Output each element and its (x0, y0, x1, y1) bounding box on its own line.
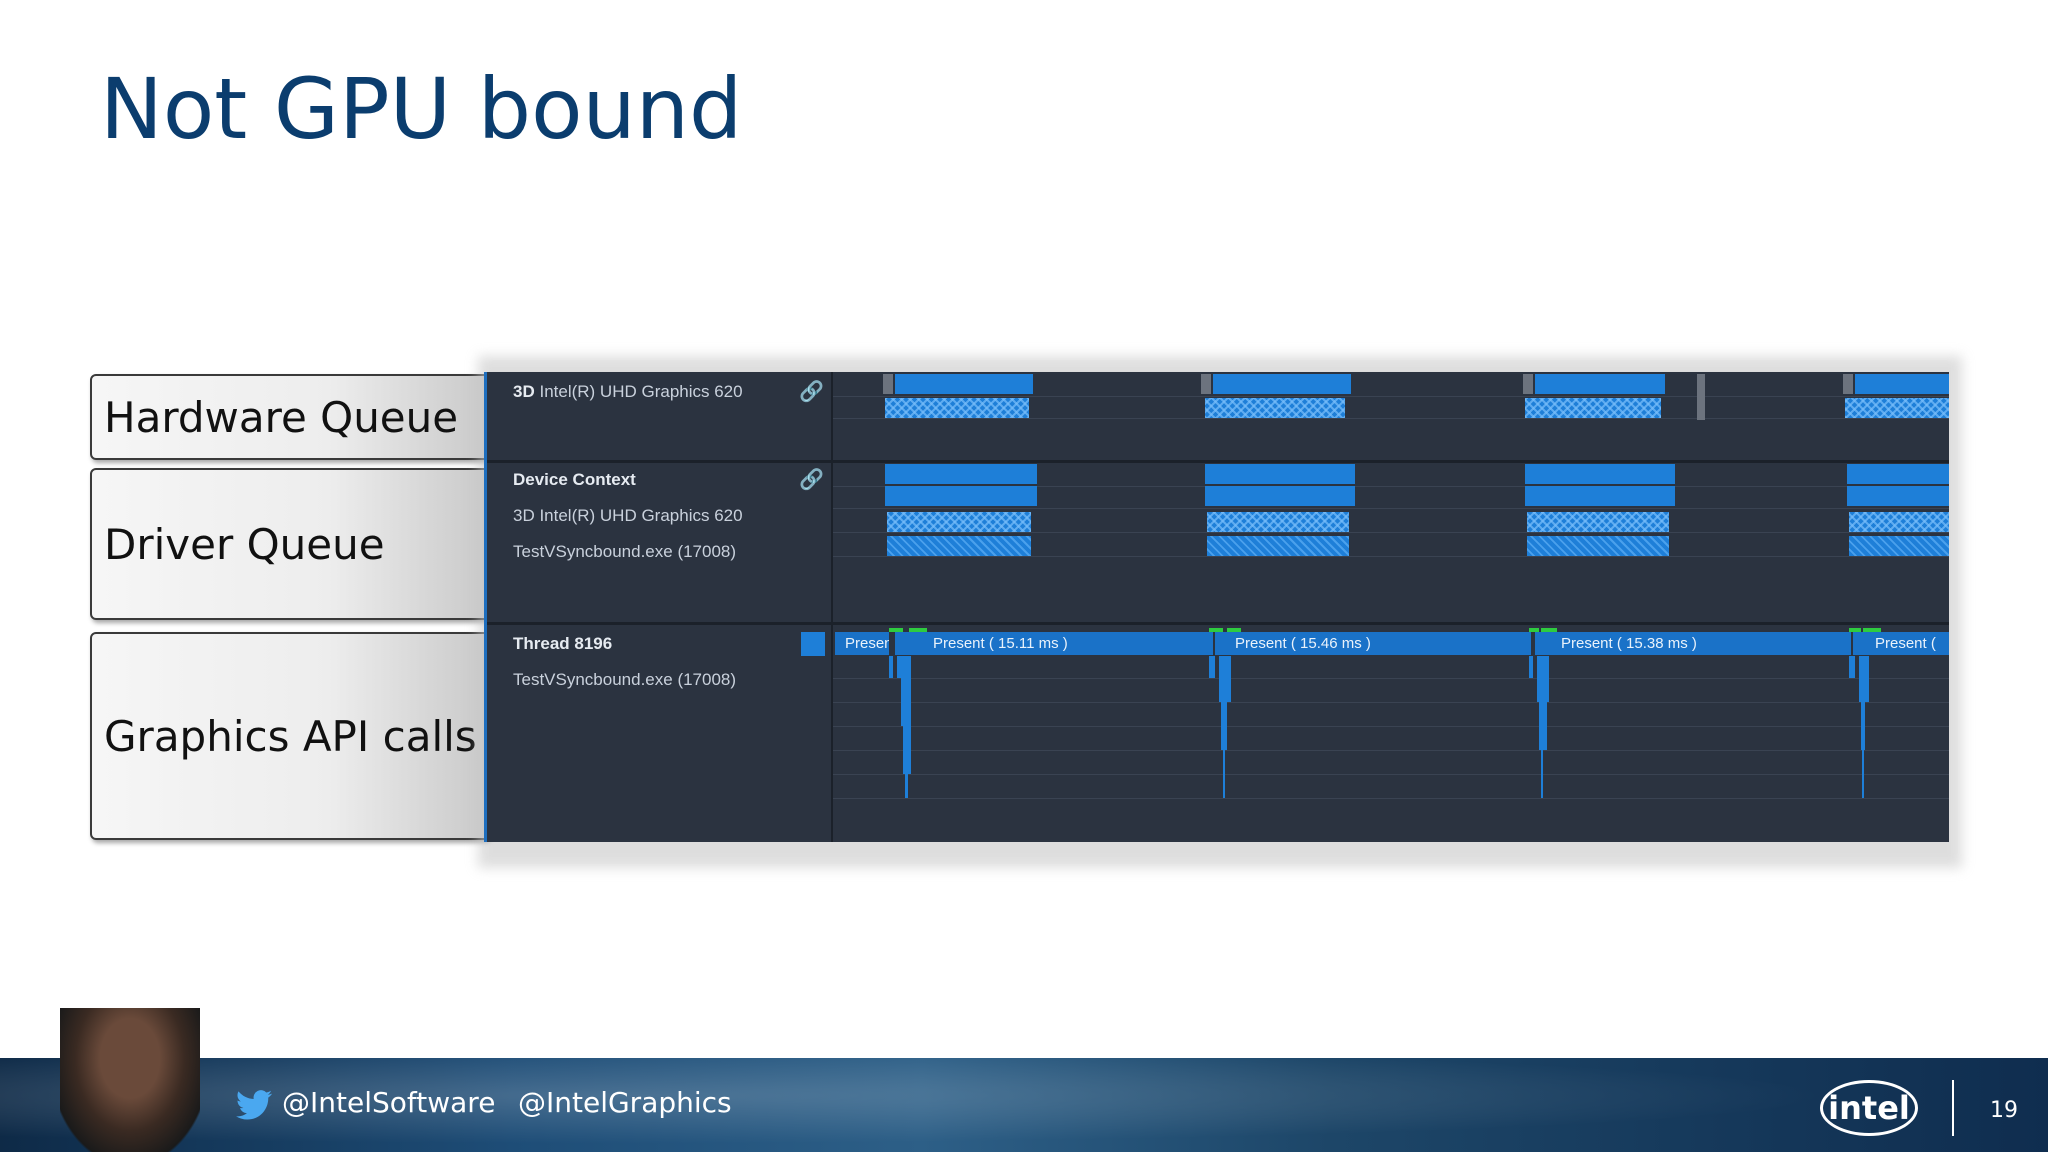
slide-title: Not GPU bound (100, 60, 743, 158)
lane-line (833, 750, 1949, 751)
twitter-bird-icon (236, 1090, 272, 1120)
callstack-spike (1529, 656, 1533, 678)
intel-logo: intel (1820, 1080, 1918, 1136)
device-context-title: Device Context (513, 470, 636, 489)
lane-line (833, 418, 1949, 419)
present-call[interactable]: Present ( (1853, 632, 1949, 655)
column-separator (831, 372, 833, 842)
lane-line (833, 678, 1949, 679)
hw-packet[interactable] (1535, 374, 1665, 394)
lane-line (833, 774, 1949, 775)
present-call[interactable]: Presen (835, 632, 889, 655)
page-number: 19 (1990, 1098, 2018, 1123)
hw-queue-idle-marker (1201, 374, 1211, 394)
device-context-device: 3D Intel(R) UHD Graphics 620 (513, 506, 743, 525)
thread-color-swatch[interactable] (801, 632, 825, 656)
callstack-spike (1859, 656, 1869, 702)
driver-packet[interactable] (1525, 464, 1675, 484)
link-icon[interactable]: 🔗 (799, 380, 824, 404)
callstack-spike (1537, 656, 1549, 702)
callstack-spike (1221, 702, 1227, 750)
hw-queue-idle-marker (883, 374, 893, 394)
callstack-spike (1862, 750, 1864, 798)
lane-line (833, 702, 1949, 703)
callstack-spike (897, 656, 911, 678)
hw-packet[interactable] (895, 374, 1033, 394)
callstack-spike (901, 678, 911, 726)
driver-packet[interactable] (887, 512, 1031, 532)
hw-queue-idle-marker (1843, 374, 1853, 394)
thread-title: Thread 8196 (513, 634, 613, 653)
driver-packet[interactable] (1205, 486, 1355, 506)
driver-packet[interactable] (1847, 486, 1949, 506)
lane-line (833, 396, 1949, 397)
driver-packet[interactable] (1207, 512, 1349, 532)
device-context-process: TestVSyncbound.exe (17008) (513, 542, 737, 561)
callstack-spike (1861, 702, 1865, 750)
callstack-spike (1849, 656, 1855, 678)
hw-queue-device: Intel(R) UHD Graphics 620 (539, 382, 743, 401)
driver-packet[interactable] (1849, 512, 1949, 532)
callstack-spike (1209, 656, 1215, 678)
lane-line (833, 556, 1949, 557)
lane-line (833, 508, 1949, 509)
hw-packet-queued[interactable] (1525, 398, 1661, 418)
link-icon[interactable]: 🔗 (799, 468, 824, 492)
character-avatar (60, 1008, 200, 1152)
driver-packet[interactable] (1847, 464, 1949, 484)
twitter-handle-intelsoftware[interactable]: @IntelSoftware (282, 1086, 495, 1119)
driver-packet[interactable] (1205, 464, 1355, 484)
callstack-spike (1223, 750, 1225, 798)
hw-queue-idle-marker (1697, 374, 1705, 420)
callstack-spike (1541, 750, 1543, 798)
twitter-handle-intelgraphics[interactable]: @IntelGraphics (518, 1086, 732, 1119)
driver-queue-label: Driver Queue (90, 468, 490, 620)
section-separator (487, 622, 1949, 625)
driver-packet[interactable] (885, 486, 1037, 506)
present-call[interactable]: Present ( 15.11 ms ) (895, 632, 1213, 655)
driver-packet[interactable] (1525, 486, 1675, 506)
driver-packet[interactable] (1849, 536, 1949, 556)
hardware-queue-label: Hardware Queue (90, 374, 490, 460)
driver-packet[interactable] (1527, 536, 1669, 556)
lane-line (833, 798, 1949, 799)
graphics-api-calls-label: Graphics API calls (90, 632, 490, 840)
footer-divider (1952, 1080, 1954, 1136)
thread-process: TestVSyncbound.exe (17008) (513, 670, 737, 689)
hw-queue-name: 3D Intel(R) UHD Graphics 620 (513, 382, 743, 402)
callstack-spike (889, 656, 893, 678)
hw-packet-queued[interactable] (1845, 398, 1949, 418)
callstack-spike (903, 726, 911, 774)
lane-line (833, 726, 1949, 727)
gpuview-timeline-panel[interactable]: 3D Intel(R) UHD Graphics 620 🔗 Device Co… (484, 372, 1949, 842)
hw-queue-prefix: 3D (513, 382, 535, 401)
section-separator (487, 460, 1949, 463)
hw-packet[interactable] (1855, 374, 1949, 394)
present-call[interactable]: Present ( 15.46 ms ) (1215, 632, 1531, 655)
hw-packet[interactable] (1213, 374, 1351, 394)
callstack-spike (905, 774, 908, 798)
driver-packet[interactable] (885, 464, 1037, 484)
driver-packet[interactable] (1527, 512, 1669, 532)
callstack-spike (1539, 702, 1547, 750)
callstack-spike (1219, 656, 1231, 702)
hw-packet-queued[interactable] (885, 398, 1029, 418)
hw-queue-idle-marker (1523, 374, 1533, 394)
driver-packet[interactable] (1207, 536, 1349, 556)
present-call[interactable]: Present ( 15.38 ms ) (1535, 632, 1851, 655)
driver-packet[interactable] (887, 536, 1031, 556)
hw-packet-queued[interactable] (1205, 398, 1345, 418)
lane-line (833, 532, 1949, 533)
